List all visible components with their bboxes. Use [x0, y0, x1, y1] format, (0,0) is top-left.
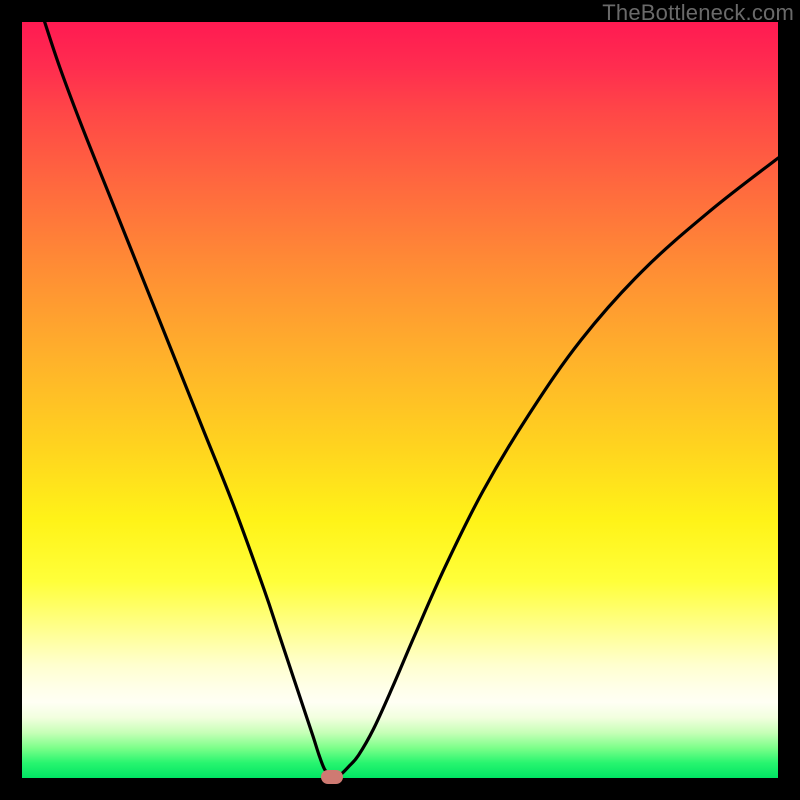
optimal-point-marker — [321, 770, 343, 784]
bottleneck-curve — [22, 22, 778, 778]
watermark-text: TheBottleneck.com — [602, 0, 794, 26]
chart-plot-area — [22, 22, 778, 778]
